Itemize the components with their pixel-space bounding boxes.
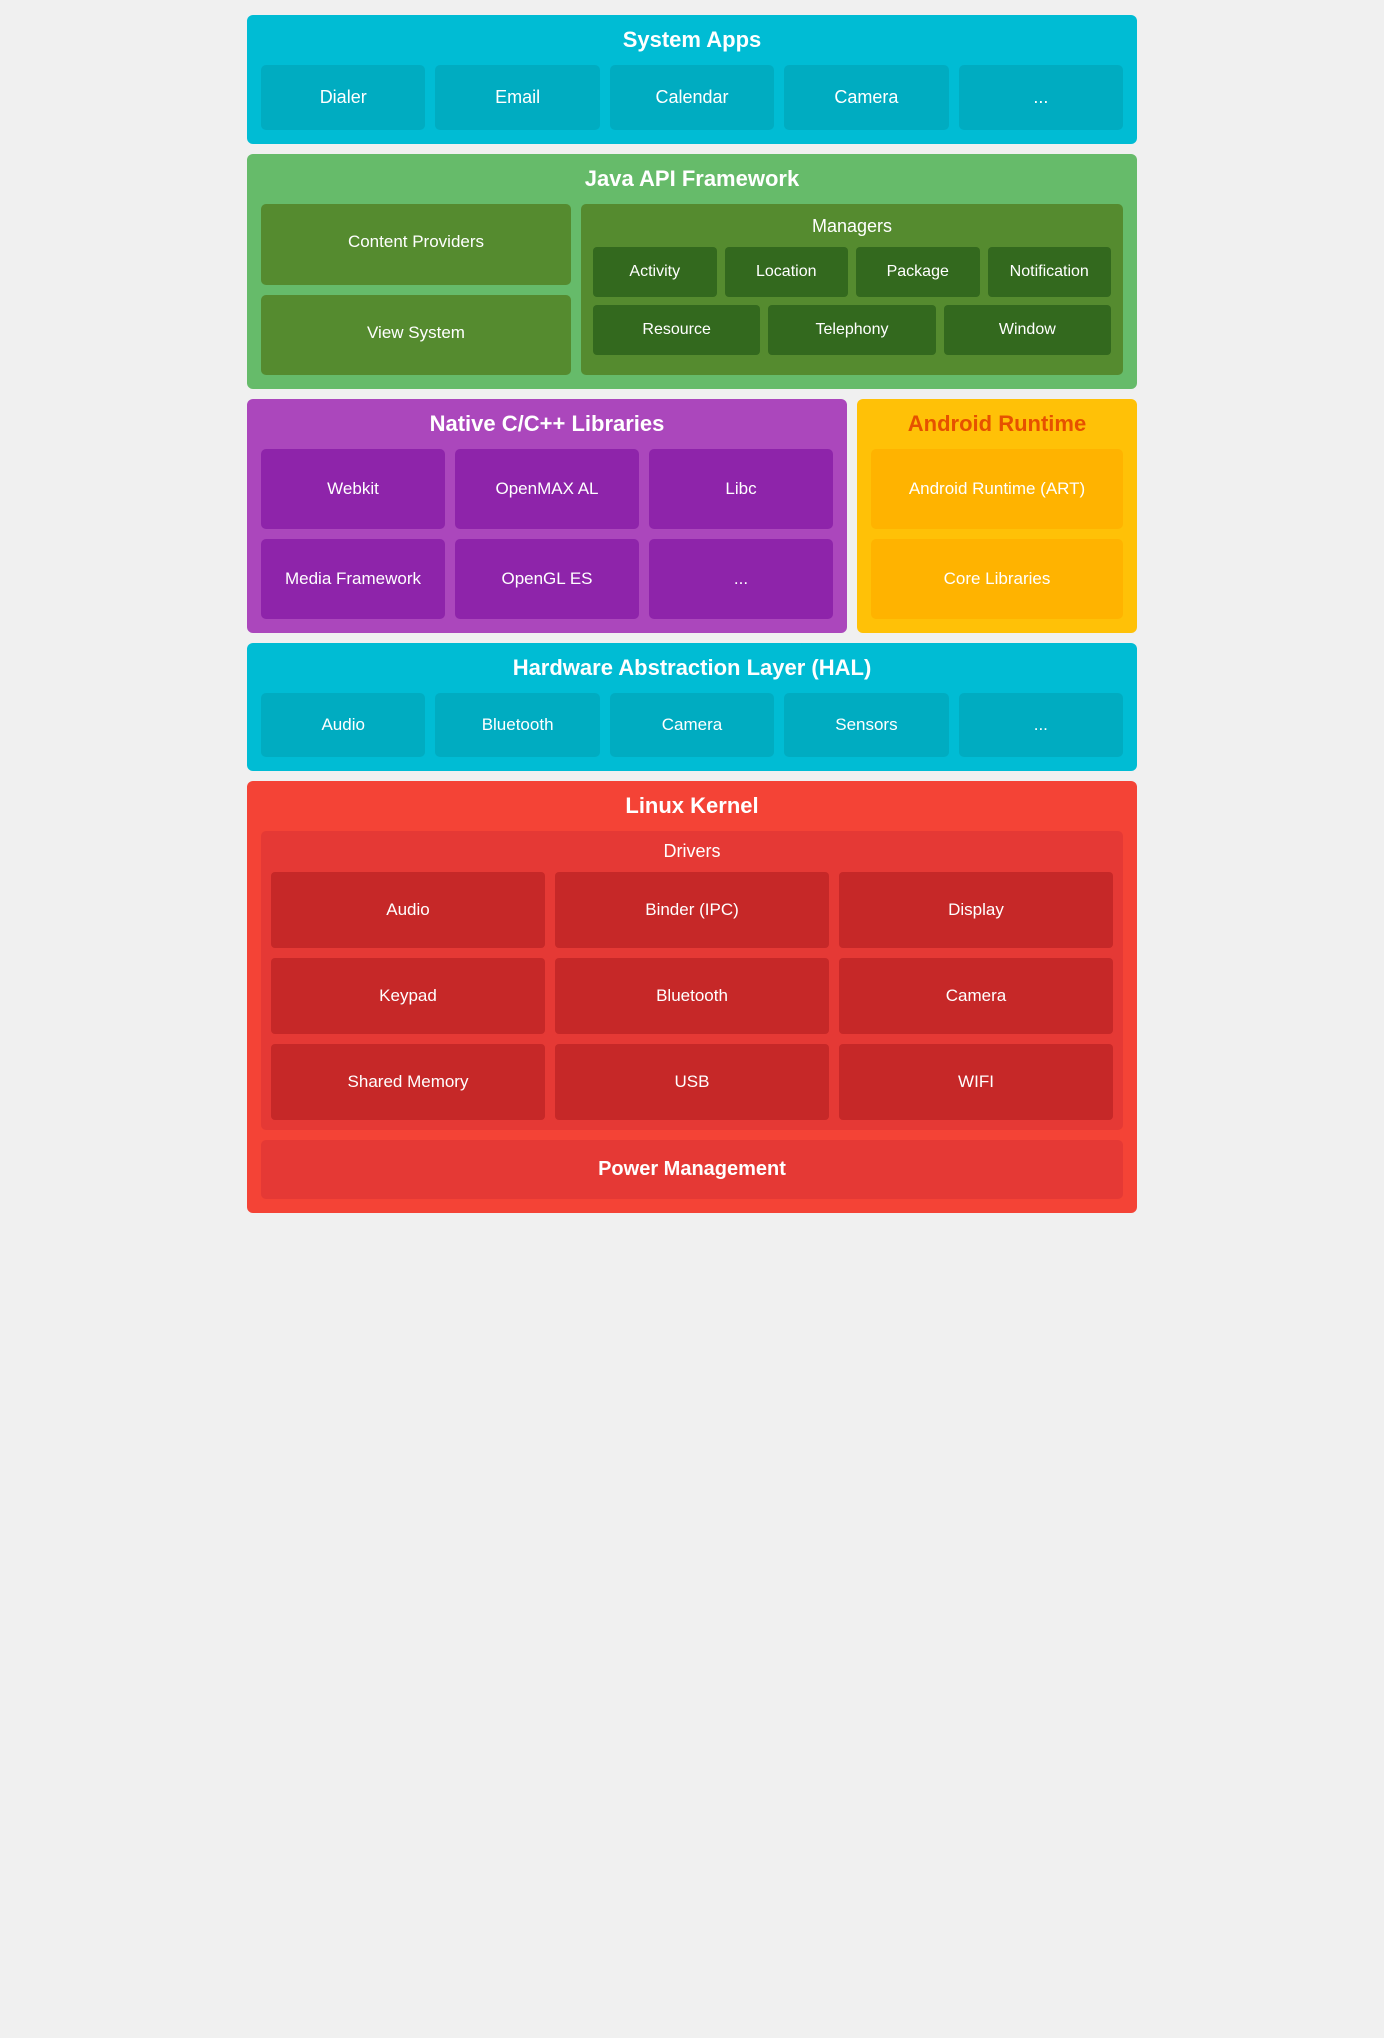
app-more: ... <box>959 65 1123 130</box>
managers-row2: Resource Telephony Window <box>593 305 1111 355</box>
driver-shared-memory: Shared Memory <box>271 1044 545 1120</box>
manager-package: Package <box>856 247 980 297</box>
view-system-box: View System <box>261 295 571 376</box>
manager-resource: Resource <box>593 305 760 355</box>
system-apps-title: System Apps <box>261 27 1123 53</box>
lib-webkit: Webkit <box>261 449 445 529</box>
system-apps-layer: System Apps Dialer Email Calendar Camera… <box>247 15 1137 144</box>
linux-kernel-title: Linux Kernel <box>261 793 1123 819</box>
manager-activity: Activity <box>593 247 717 297</box>
native-libs-layer: Native C/C++ Libraries Webkit OpenMAX AL… <box>247 399 847 633</box>
hal-camera: Camera <box>610 693 774 757</box>
java-api-inner: Content Providers View System Managers A… <box>261 204 1123 375</box>
hal-audio: Audio <box>261 693 425 757</box>
native-libs-grid: Webkit OpenMAX AL Libc Media Framework O… <box>261 449 833 619</box>
java-api-left: Content Providers View System <box>261 204 571 375</box>
java-api-title: Java API Framework <box>261 166 1123 192</box>
managers-title: Managers <box>593 216 1111 237</box>
manager-telephony: Telephony <box>768 305 935 355</box>
android-runtime-layer: Android Runtime Android Runtime (ART) Co… <box>857 399 1137 633</box>
power-management-box: Power Management <box>261 1140 1123 1199</box>
app-dialer: Dialer <box>261 65 425 130</box>
app-calendar: Calendar <box>610 65 774 130</box>
linux-kernel-layer: Linux Kernel Drivers Audio Binder (IPC) … <box>247 781 1137 1213</box>
driver-keypad: Keypad <box>271 958 545 1034</box>
drivers-grid: Audio Binder (IPC) Display Keypad Blueto… <box>271 872 1113 1120</box>
manager-window: Window <box>944 305 1111 355</box>
manager-location: Location <box>725 247 849 297</box>
drivers-container: Drivers Audio Binder (IPC) Display Keypa… <box>261 831 1123 1130</box>
hal-bluetooth: Bluetooth <box>435 693 599 757</box>
art-box: Android Runtime (ART) <box>871 449 1123 529</box>
core-libraries-box: Core Libraries <box>871 539 1123 619</box>
driver-bluetooth: Bluetooth <box>555 958 829 1034</box>
driver-audio: Audio <box>271 872 545 948</box>
lib-more: ... <box>649 539 833 619</box>
native-libs-title: Native C/C++ Libraries <box>261 411 833 437</box>
driver-binder: Binder (IPC) <box>555 872 829 948</box>
android-runtime-title: Android Runtime <box>871 411 1123 437</box>
hal-more: ... <box>959 693 1123 757</box>
driver-display: Display <box>839 872 1113 948</box>
managers-row1: Activity Location Package Notification <box>593 247 1111 297</box>
hal-title: Hardware Abstraction Layer (HAL) <box>261 655 1123 681</box>
app-email: Email <box>435 65 599 130</box>
managers-container: Managers Activity Location Package Notif… <box>581 204 1123 375</box>
lib-opengl: OpenGL ES <box>455 539 639 619</box>
android-architecture-diagram: System Apps Dialer Email Calendar Camera… <box>232 0 1152 1228</box>
hal-sensors: Sensors <box>784 693 948 757</box>
content-providers-box: Content Providers <box>261 204 571 285</box>
drivers-title: Drivers <box>271 841 1113 862</box>
hal-layer: Hardware Abstraction Layer (HAL) Audio B… <box>247 643 1137 771</box>
app-camera: Camera <box>784 65 948 130</box>
lib-openmax: OpenMAX AL <box>455 449 639 529</box>
native-runtime-section: Native C/C++ Libraries Webkit OpenMAX AL… <box>247 399 1137 633</box>
system-apps-row: Dialer Email Calendar Camera ... <box>261 65 1123 130</box>
manager-notification: Notification <box>988 247 1112 297</box>
hal-row: Audio Bluetooth Camera Sensors ... <box>261 693 1123 757</box>
driver-usb: USB <box>555 1044 829 1120</box>
driver-wifi: WIFI <box>839 1044 1113 1120</box>
driver-camera: Camera <box>839 958 1113 1034</box>
lib-media: Media Framework <box>261 539 445 619</box>
java-api-layer: Java API Framework Content Providers Vie… <box>247 154 1137 389</box>
lib-libc: Libc <box>649 449 833 529</box>
